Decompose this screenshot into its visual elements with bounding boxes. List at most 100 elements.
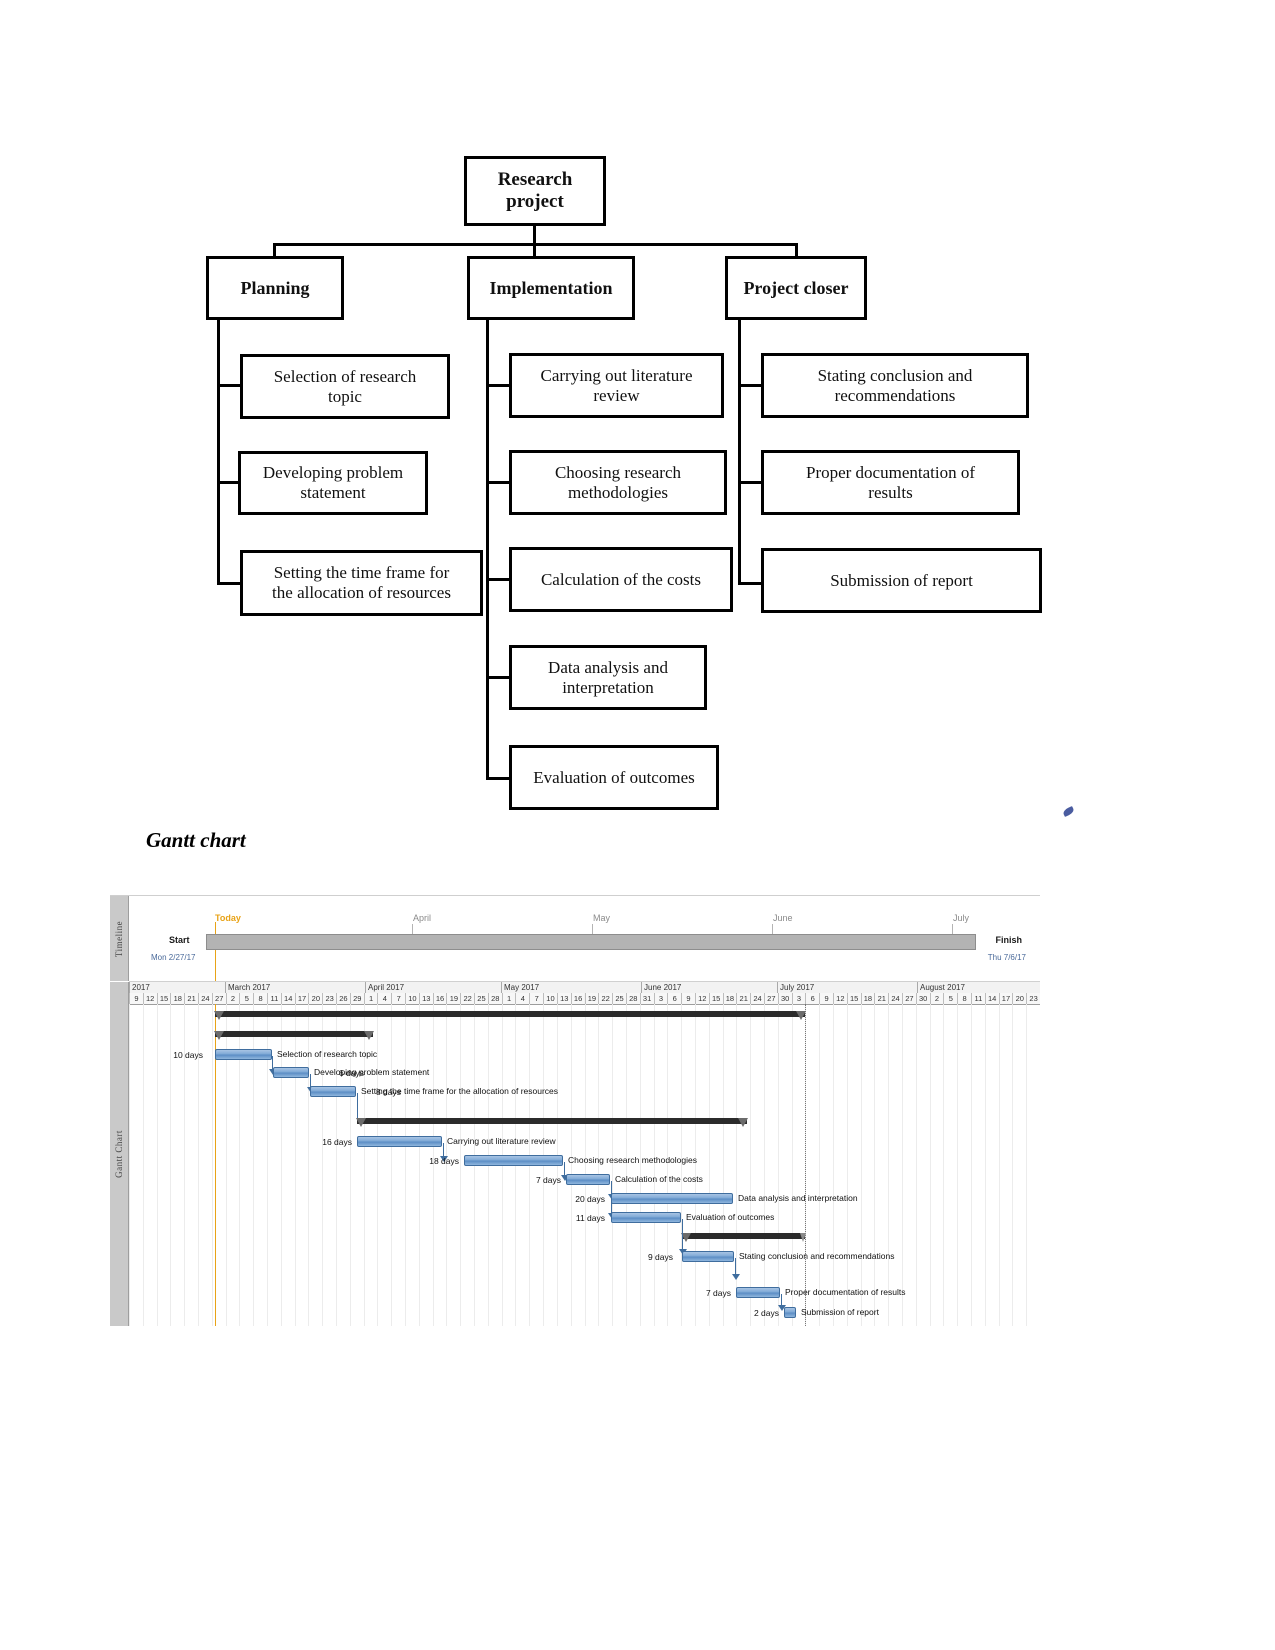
wbs-org-chart: Research project Planning Implementation …: [0, 0, 1275, 830]
timescale-day: 18: [170, 993, 185, 1004]
wbs-node-implementation-label: Implementation: [489, 277, 613, 298]
gridline: [667, 1004, 668, 1326]
timescale-day: 17: [294, 993, 309, 1004]
timescale-day: 12: [832, 993, 847, 1004]
timescale-day: 10: [543, 993, 557, 1004]
timescale-day: 9: [681, 993, 695, 1004]
gridline: [1026, 1004, 1027, 1326]
timescale-day: 22: [598, 993, 613, 1004]
wbs-leaf-label: Calculation of the costs: [540, 569, 702, 589]
timescale-day: 12: [694, 993, 709, 1004]
timescale-day: 25: [474, 993, 488, 1004]
timescale-day: 15: [156, 993, 171, 1004]
gantt-chart-panel: Timeline Gantt Chart Today April May Jun…: [110, 895, 1040, 1326]
timescale-day: 5: [239, 993, 254, 1004]
side-tab-timeline[interactable]: Timeline: [110, 896, 129, 981]
connector-spine-planning: [217, 320, 220, 585]
timescale-day: 4: [377, 993, 392, 1004]
timeline-today-label: Today: [215, 913, 241, 923]
connector-spine-implementation: [486, 320, 489, 780]
timescale-day: 11: [267, 993, 281, 1004]
wbs-node-root-label: Research project: [497, 169, 573, 212]
connector-stub-impl-1: [486, 384, 511, 387]
gridline: [654, 1004, 655, 1326]
task-bar[interactable]: [682, 1251, 734, 1262]
timescale-day: 20: [308, 993, 323, 1004]
timeline-month-july: July: [953, 913, 970, 923]
timescale-day: 11: [970, 993, 985, 1004]
wbs-leaf-label: Stating conclusion and recommendations: [817, 365, 973, 405]
timeline-finish-label: Finish: [995, 935, 1023, 945]
gridline: [930, 1004, 931, 1326]
task-bar[interactable]: [736, 1287, 780, 1298]
gridline: [861, 1004, 862, 1326]
timescale-day: 14: [280, 993, 295, 1004]
timeline-month-may: May: [593, 913, 611, 923]
timeline-pane: Today April May June July Start Finish M…: [129, 896, 1040, 982]
timescale-day: 19: [446, 993, 461, 1004]
task-duration: 11 days: [575, 1213, 605, 1223]
task-bar[interactable]: [784, 1307, 796, 1318]
gridline: [999, 1004, 1000, 1326]
gridline: [957, 1004, 958, 1326]
timescale-day: 14: [984, 993, 999, 1004]
gridline: [874, 1004, 875, 1326]
task-bar[interactable]: [611, 1212, 681, 1223]
connector-stub-impl-2: [486, 481, 511, 484]
wbs-leaf-label: Choosing research methodologies: [554, 462, 682, 502]
task-bar[interactable]: [357, 1136, 442, 1147]
task-bar[interactable]: [215, 1049, 272, 1060]
wbs-node-planning: Planning: [206, 256, 344, 320]
gantt-timescale-header: 2017 March 2017 April 2017 May 2017 June…: [129, 982, 1040, 1005]
timescale-day: 12: [142, 993, 157, 1004]
timeline-finish-date: Thu 7/6/17: [987, 953, 1026, 962]
task-bar[interactable]: [273, 1067, 309, 1078]
task-label: Calculation of the costs: [615, 1174, 703, 1184]
task-label: Selection of research topic: [277, 1049, 378, 1059]
timeline-start-date: Mon 2/27/17: [151, 953, 196, 962]
timescale-day: 15: [708, 993, 723, 1004]
gridline: [460, 1004, 461, 1326]
side-tab-gantt-chart[interactable]: Gantt Chart: [110, 982, 129, 1326]
gridline: [847, 1004, 848, 1326]
task-bar[interactable]: [464, 1155, 563, 1166]
gridline: [681, 1004, 682, 1326]
connector-drop-planning: [273, 243, 276, 257]
task-duration: 7 days: [705, 1288, 731, 1298]
gridline: [626, 1004, 627, 1326]
wbs-node-project-closer-label: Project closer: [743, 277, 849, 298]
timescale-day: 27: [763, 993, 778, 1004]
task-bar[interactable]: [611, 1193, 733, 1204]
task-bar[interactable]: [566, 1174, 610, 1185]
gridline: [709, 1004, 710, 1326]
wbs-node-planning-label: Planning: [240, 277, 310, 298]
wbs-leaf-label: Setting the time frame for the allocation…: [272, 563, 451, 602]
timescale-day: 1: [363, 993, 378, 1004]
connector-stub-planning-1: [217, 384, 242, 387]
timescale-day: 2: [225, 993, 240, 1004]
timescale-day: 7: [529, 993, 544, 1004]
timescale-day: 1: [501, 993, 516, 1004]
wbs-leaf-stating-conclusion-and-recommendations: Stating conclusion and recommendations: [761, 353, 1029, 418]
gridline: [916, 1004, 917, 1326]
task-label: Setting the time frame for the allocatio…: [361, 1086, 559, 1096]
gridline: [778, 1004, 779, 1326]
gridline: [585, 1004, 586, 1326]
wbs-node-project-closer: Project closer: [725, 256, 867, 320]
side-tab-gantt-label: Gantt Chart: [114, 1130, 124, 1178]
timescale-day: 29: [349, 993, 364, 1004]
gridline: [902, 1004, 903, 1326]
timescale-day: 20: [1012, 993, 1027, 1004]
connector-stub-impl-5: [486, 777, 511, 780]
timescale-day: 24: [888, 993, 902, 1004]
timescale-day: 22: [460, 993, 475, 1004]
timeline-month-june: June: [773, 913, 793, 923]
wbs-leaf-data-analysis-and-interpretation: Data analysis and interpretation: [509, 645, 707, 710]
timeline-today-line: [215, 922, 216, 981]
task-duration: 18 days: [429, 1156, 459, 1166]
wbs-leaf-label: Developing problem statement: [262, 463, 404, 502]
timescale-day: 16: [570, 993, 585, 1004]
connector-stub-closer-3: [738, 582, 763, 585]
timeline-span-bar[interactable]: [206, 934, 976, 950]
connector-stub-impl-4: [486, 676, 511, 679]
